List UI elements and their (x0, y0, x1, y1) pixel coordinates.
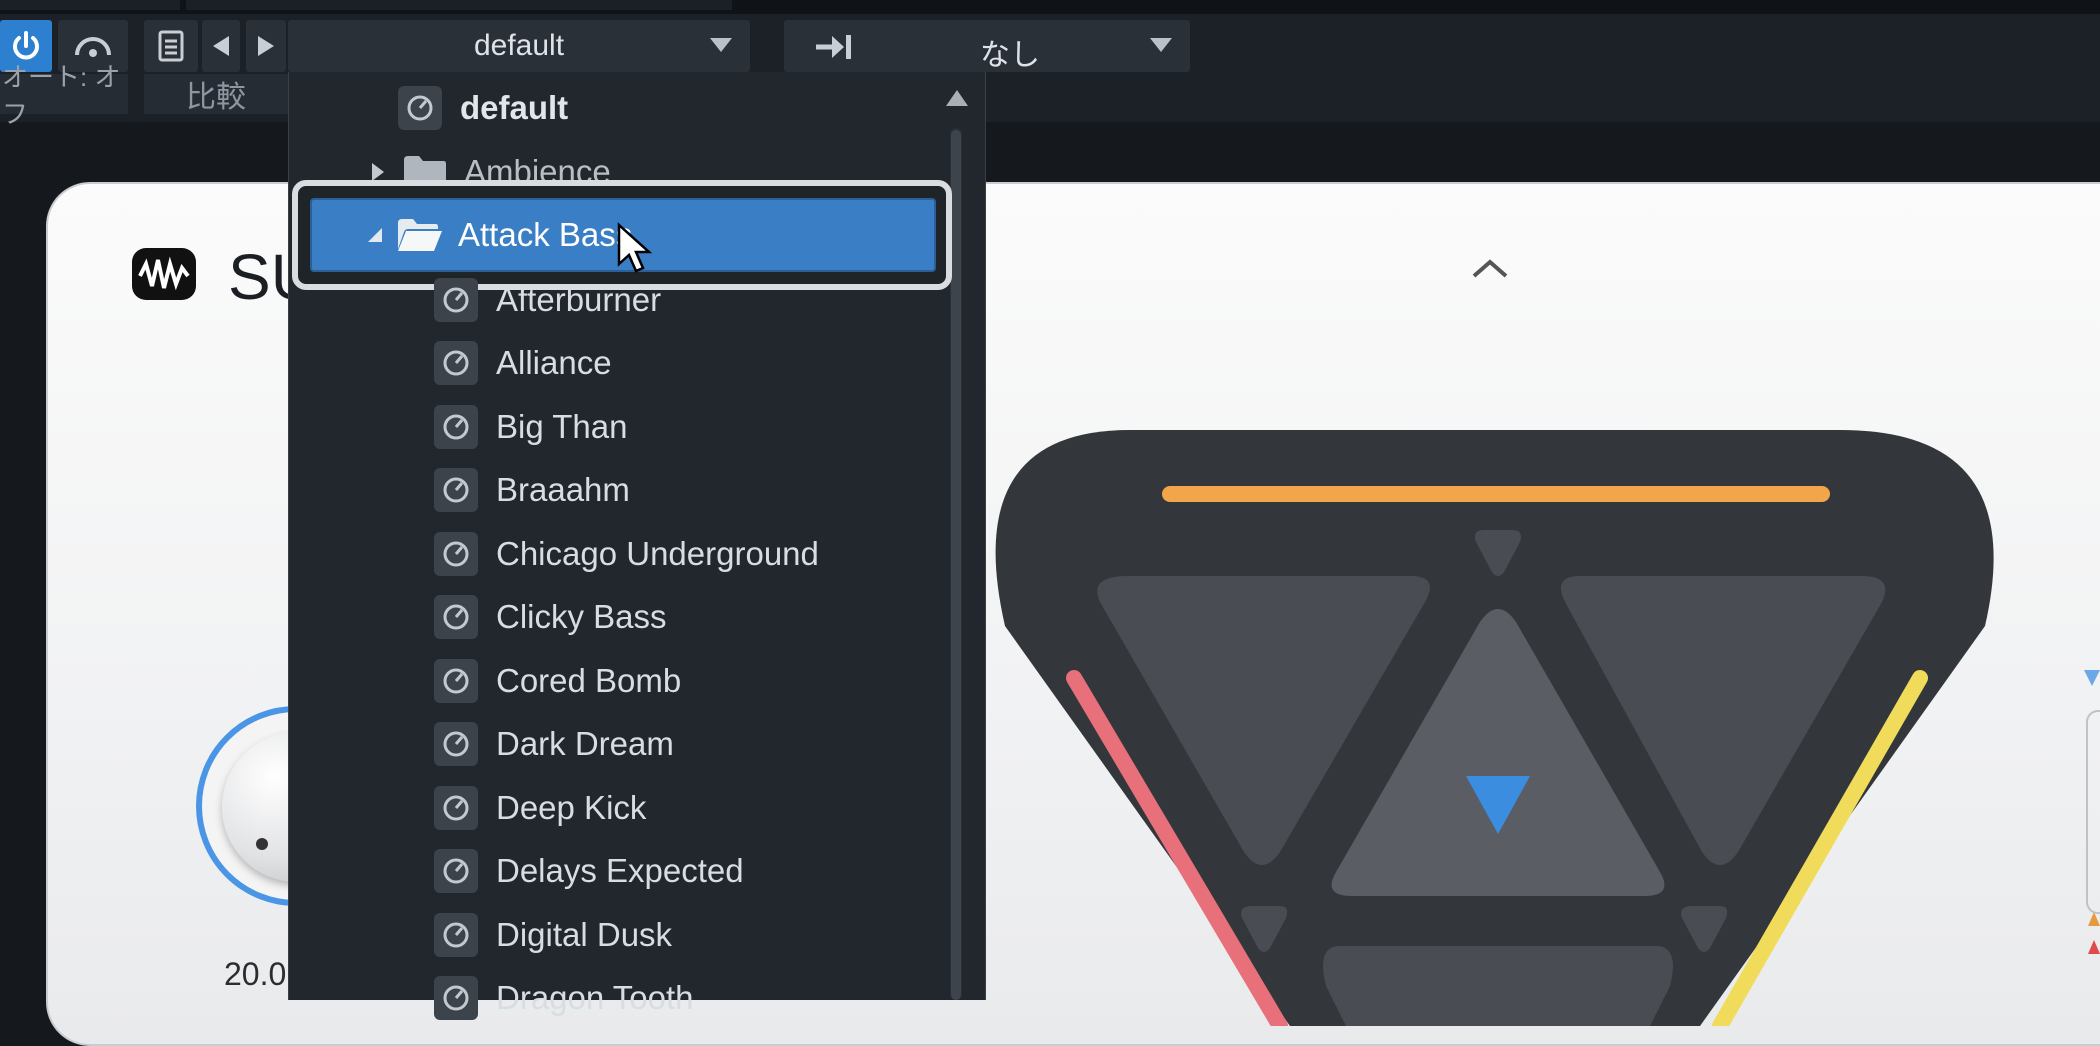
cursor-icon (617, 222, 652, 273)
preset-icon (434, 595, 478, 640)
preset-icon (398, 86, 442, 130)
preset-icon (434, 531, 478, 576)
pad-zone-bottom[interactable] (1323, 946, 1673, 1026)
compare-button[interactable]: 比較 (144, 74, 288, 114)
list-item[interactable]: Afterburner (434, 268, 954, 332)
preset-select-value: default (473, 29, 565, 62)
logo-icon (132, 248, 196, 300)
knob-value: 20.0 (224, 956, 287, 992)
preset-item-label: Braaahm (496, 471, 630, 509)
preset-icon (434, 658, 478, 703)
list-item[interactable]: Big Than (434, 395, 954, 459)
preset-item-label: Alliance (496, 344, 612, 382)
preset-file-button[interactable] (144, 20, 198, 72)
list-item[interactable]: Chicago Underground (434, 522, 954, 586)
list-item[interactable]: Digital Dusk (434, 903, 954, 967)
preset-item-label: Chicago Underground (496, 534, 819, 572)
preset-item-label: Dragon Tooth (496, 979, 694, 1017)
preset-icon (434, 468, 478, 513)
sidechain-select[interactable]: なし (784, 20, 1190, 72)
preset-item-label: Big Than (496, 407, 628, 445)
collapse-icon[interactable] (1470, 256, 1510, 280)
next-preset-button[interactable] (246, 20, 286, 72)
strip-segment (186, 0, 732, 10)
next-arrow-icon (258, 36, 274, 56)
triangle-marker-icon (2088, 912, 2100, 954)
preset-item-label: Digital Dusk (496, 915, 673, 953)
preset-item-default[interactable]: default (398, 80, 568, 136)
list-item[interactable]: Alliance (434, 332, 954, 396)
sidechain-select-value: なし (980, 39, 1040, 72)
list-item[interactable]: Delays Expected (434, 840, 954, 904)
file-icon (158, 30, 184, 62)
preset-icon (434, 277, 478, 322)
folder-label: Attack Bass (458, 216, 633, 253)
chevron-down-icon (710, 38, 732, 52)
previous-preset-button[interactable] (202, 20, 240, 72)
scroll-up-icon[interactable] (944, 88, 970, 108)
list-item[interactable]: Dragon Tooth (434, 967, 954, 1031)
list-item[interactable]: Clicky Bass (434, 586, 954, 650)
preset-item-label: Cored Bomb (496, 661, 682, 699)
preset-item-label: Deep Kick (496, 788, 647, 826)
preset-item-label: Afterburner (496, 280, 662, 318)
list-item[interactable]: Cored Bomb (434, 649, 954, 713)
triangle-marker-icon (2084, 670, 2100, 686)
preset-icon (434, 849, 478, 894)
preset-item-label: Clicky Bass (496, 598, 667, 636)
knob-indicator (256, 838, 268, 850)
collapse-arrow-icon (368, 228, 382, 242)
list-item[interactable]: Braaahm (434, 459, 954, 523)
prev-arrow-icon (213, 36, 229, 56)
preset-icon (434, 912, 478, 957)
top-strip (0, 0, 2100, 14)
automation-mode-button[interactable]: オート: オフ (0, 62, 128, 129)
preset-icon (434, 976, 478, 1021)
side-panel-edge (2086, 710, 2100, 914)
strip-segment (0, 0, 180, 10)
triangle-xy-pad[interactable] (980, 426, 2010, 1026)
preset-item-label: default (460, 89, 569, 126)
sidechain-icon (816, 35, 851, 59)
folder-open-icon (398, 219, 442, 251)
preset-icon (434, 404, 478, 449)
preset-list: Afterburner Alliance Big Than Braaahm Ch… (434, 268, 954, 1030)
preset-item-label: Delays Expected (496, 852, 744, 890)
preset-icon (434, 341, 478, 386)
list-item[interactable]: Dark Dream (434, 713, 954, 777)
preset-icon (434, 722, 478, 767)
chevron-down-icon (1150, 38, 1172, 52)
list-item[interactable]: Deep Kick (434, 776, 954, 840)
preset-select[interactable]: default (288, 20, 750, 72)
preset-item-label: Dark Dream (496, 725, 674, 763)
preset-icon (434, 785, 478, 830)
